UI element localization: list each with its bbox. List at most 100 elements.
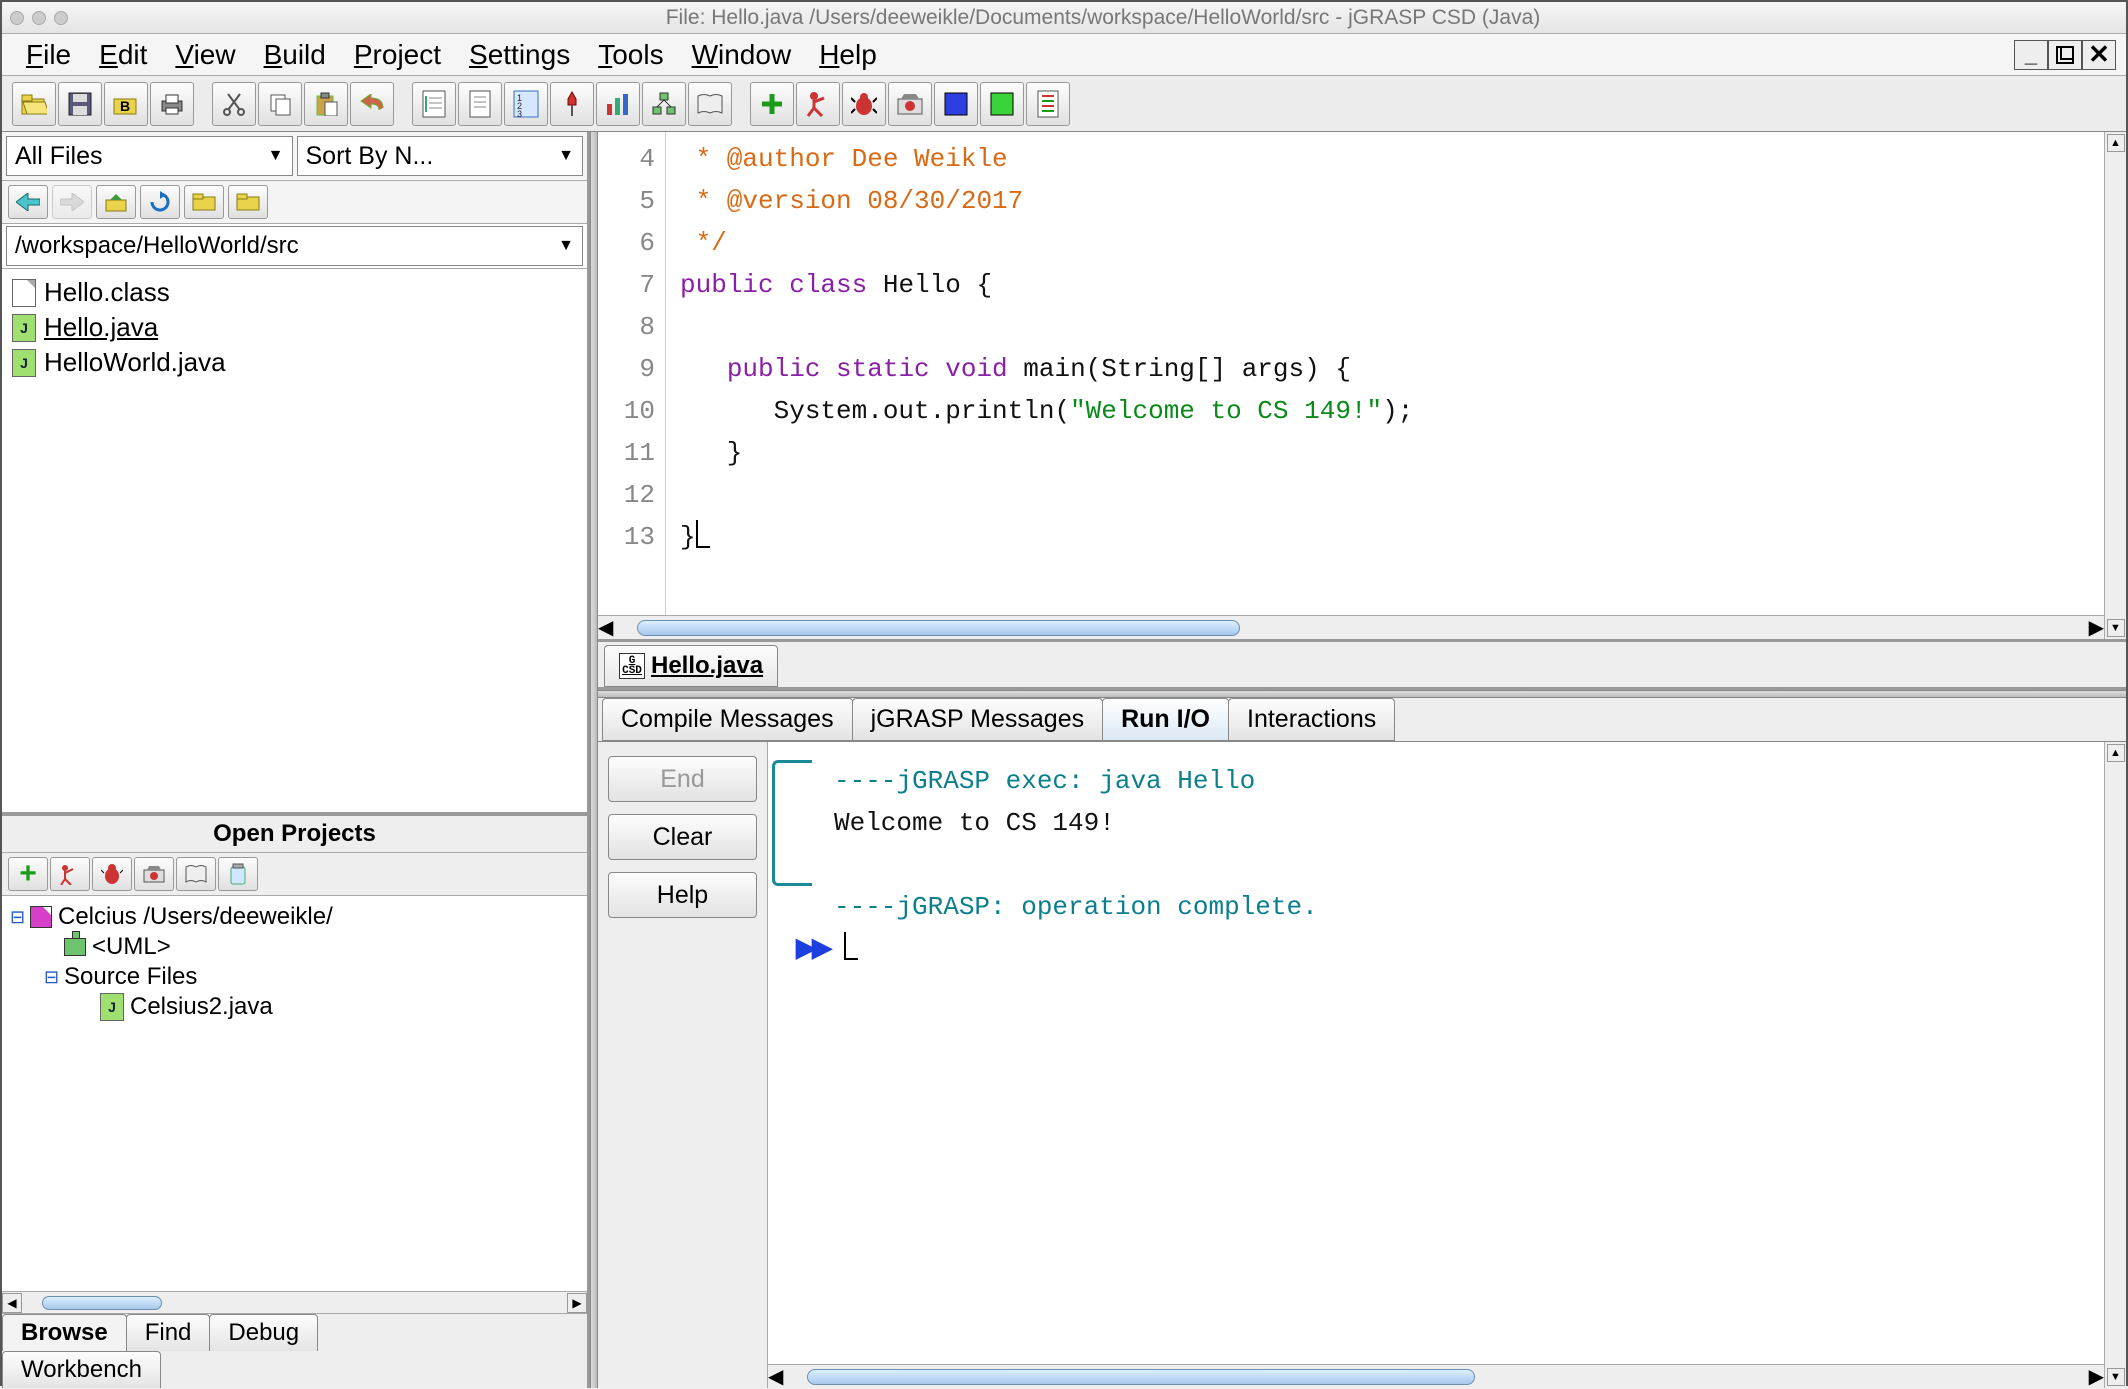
src-file-node[interactable]: JCelsius2.java [10,992,579,1022]
copy-button[interactable] [258,82,302,126]
menu-settings[interactable]: Settings [455,37,584,73]
file-filter-combo[interactable]: All Files▼ [6,136,293,176]
scroll-thumb[interactable] [42,1296,162,1310]
uml-node[interactable]: <UML> [10,932,579,962]
console-vscroll[interactable]: ▲▼ [2104,742,2126,1388]
editor-vscroll[interactable]: ▲▼ [2104,132,2126,639]
expand-icon[interactable]: ⊟ [44,967,58,988]
path-combo[interactable]: /workspace/HelloWorld/src▼ [6,226,583,266]
refresh-button[interactable] [140,185,180,219]
menu-project[interactable]: Project [340,37,455,73]
scroll-right-icon[interactable]: ▶ [567,1293,587,1313]
projects-hscroll[interactable]: ◀▶ [2,1291,587,1313]
msg-tab-interactions[interactable]: Interactions [1228,698,1395,741]
msg-tab-run-i-o[interactable]: Run I/O [1102,698,1229,741]
doc-lines-button[interactable] [1026,82,1070,126]
open-button[interactable] [12,82,56,126]
save-button[interactable] [58,82,102,126]
save-b-button[interactable]: B [104,82,148,126]
print-button[interactable] [150,82,194,126]
proj-jar-button[interactable] [218,857,258,891]
minimize-button[interactable]: _ [2014,40,2048,70]
menu-view[interactable]: View [161,37,249,73]
csd-button[interactable] [412,82,456,126]
horizontal-splitter[interactable] [598,690,2126,698]
left-panel: All Files▼ Sort By N...▼ /workspace/Hell… [2,132,590,1388]
scroll-down-icon[interactable]: ▼ [2107,619,2125,637]
runner-button[interactable] [796,82,840,126]
file-item[interactable]: JHello.java [12,310,577,345]
scroll-thumb[interactable] [637,620,1239,636]
scroll-left-icon[interactable]: ◀ [598,615,613,640]
plus-button[interactable] [750,82,794,126]
menu-file[interactable]: File [12,37,85,73]
menu-window[interactable]: Window [678,37,806,73]
green-sq-button[interactable] [980,82,1024,126]
min-dot[interactable] [32,11,46,25]
sort-combo[interactable]: Sort By N...▼ [297,136,584,176]
line-num-button[interactable]: 123 [504,82,548,126]
file-item[interactable]: Hello.class [12,275,577,310]
proj-camera-button[interactable] [134,857,174,891]
console-output[interactable]: ----jGRASP exec: java Hello Welcome to C… [768,742,2104,1364]
blue-sq-button[interactable] [934,82,978,126]
menu-help[interactable]: Help [805,37,891,73]
bug-button[interactable] [842,82,886,126]
camera-button[interactable] [888,82,932,126]
folder1-button[interactable] [184,185,224,219]
tab-find[interactable]: Find [126,1314,211,1351]
scroll-left-icon[interactable]: ◀ [2,1293,22,1313]
editor-file-tabs: GCSDHello.java [598,642,2126,690]
file-item[interactable]: JHelloWorld.java [12,345,577,380]
proj-book-button[interactable] [176,857,216,891]
book-button[interactable] [688,82,732,126]
nav-back-button[interactable] [8,185,48,219]
nav-forward-button[interactable] [52,185,92,219]
file-list[interactable]: Hello.classJHello.javaJHelloWorld.java [2,269,587,813]
expand-icon[interactable]: ⊟ [10,907,24,928]
project-tree[interactable]: ⊟Celcius /Users/deeweikle/ <UML> ⊟Source… [2,896,587,1291]
scroll-right-icon[interactable]: ▶ [2089,615,2104,640]
proj-add-button[interactable]: + [8,857,48,891]
cut-button[interactable] [212,82,256,126]
paste-button[interactable] [304,82,348,126]
page-button[interactable] [458,82,502,126]
code-editor[interactable]: 45678910111213 * @author Dee Weikle * @v… [598,132,2126,642]
tab-debug[interactable]: Debug [209,1314,318,1351]
maximize-button[interactable] [2048,40,2082,70]
pin-button[interactable] [550,82,594,126]
close-dot[interactable] [10,11,24,25]
scroll-up-icon[interactable]: ▲ [2107,744,2125,762]
proj-debug-button[interactable] [92,857,132,891]
chart-button[interactable] [596,82,640,126]
editor-hscroll[interactable]: ◀▶ [598,615,2104,639]
msg-tab-jgrasp-messages[interactable]: jGRASP Messages [852,698,1104,741]
code-area[interactable]: * @author Dee Weikle * @version 08/30/20… [666,132,2104,639]
console-clear-button[interactable]: Clear [608,814,757,860]
src-folder-node[interactable]: ⊟Source Files [10,962,579,992]
menu-edit[interactable]: Edit [85,37,161,73]
scroll-up-icon[interactable]: ▲ [2107,134,2125,152]
menu-build[interactable]: Build [250,37,340,73]
scroll-down-icon[interactable]: ▼ [2107,1368,2125,1386]
nav-up-button[interactable] [96,185,136,219]
scroll-thumb[interactable] [807,1369,1475,1385]
project-node[interactable]: ⊟Celcius /Users/deeweikle/ [10,902,579,932]
vertical-splitter[interactable] [590,132,598,1388]
zoom-dot[interactable] [54,11,68,25]
uml-icon [64,938,86,956]
scroll-right-icon[interactable]: ▶ [2089,1364,2104,1389]
proj-run-button[interactable] [50,857,90,891]
scroll-left-icon[interactable]: ◀ [768,1364,783,1389]
folder2-button[interactable] [228,185,268,219]
file-tab-hello[interactable]: GCSDHello.java [604,645,778,687]
undo-button[interactable] [350,82,394,126]
tab-browse[interactable]: Browse [2,1314,127,1351]
uml-button[interactable] [642,82,686,126]
close-button[interactable]: ✕ [2082,40,2116,70]
msg-tab-compile-messages[interactable]: Compile Messages [602,698,853,741]
menu-tools[interactable]: Tools [584,37,677,73]
console-hscroll[interactable]: ◀▶ [768,1364,2104,1388]
console-help-button[interactable]: Help [608,872,757,918]
tab-workbench[interactable]: Workbench [2,1351,161,1388]
